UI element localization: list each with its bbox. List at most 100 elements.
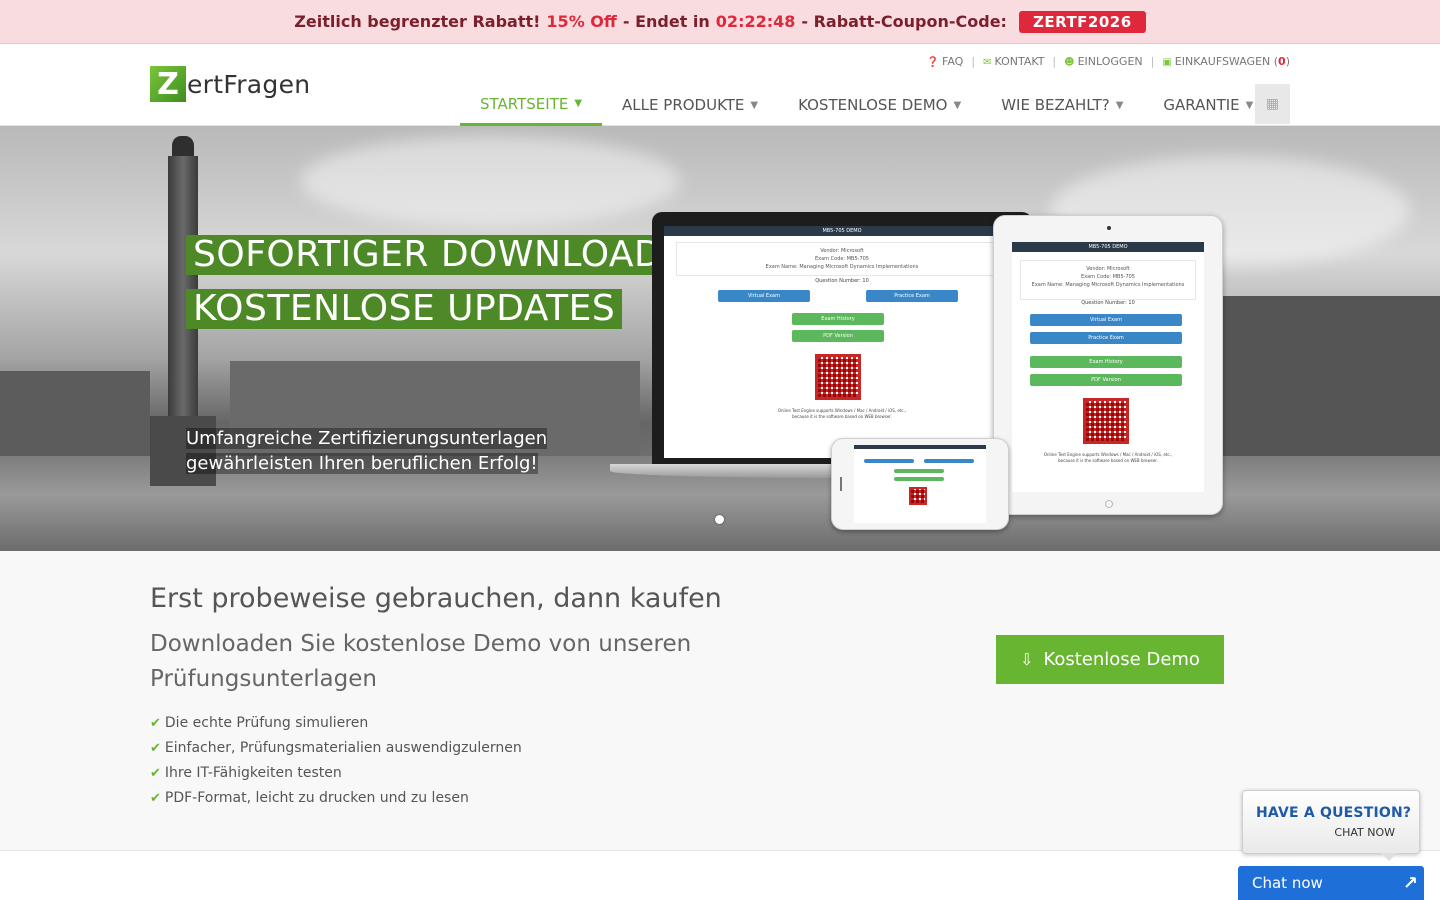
separator: | bbox=[971, 55, 976, 68]
virtual-exam-button: Virtual Exam bbox=[718, 290, 810, 302]
download-icon: ⇩ bbox=[1020, 650, 1034, 669]
hero-title-updates: KOSTENLOSE UPDATES bbox=[186, 289, 623, 329]
faq-link[interactable]: ❓ FAQ bbox=[927, 55, 964, 68]
speaker-decoration bbox=[840, 477, 844, 491]
faq-label: FAQ bbox=[942, 55, 964, 68]
login-link[interactable]: ☻ EINLOGGEN bbox=[1064, 55, 1142, 68]
check-icon: ✔ bbox=[150, 716, 161, 731]
chevron-down-icon: ▼ bbox=[1245, 99, 1254, 111]
virtual-exam-button: Virtual Exam bbox=[1030, 314, 1182, 326]
nav-label: ALLE PRODUKTE bbox=[622, 96, 745, 114]
logo-text: ertFragen bbox=[187, 69, 311, 99]
cart-icon: ▣ bbox=[1162, 57, 1172, 68]
laptop-screen: MB5-705 DEMO Vendor: Microsoft Exam Code… bbox=[664, 226, 1020, 458]
camera-decoration bbox=[1107, 226, 1111, 230]
separator: | bbox=[1150, 55, 1155, 68]
question-icon: ❓ bbox=[926, 57, 940, 68]
nav-item-wie-bezahlt[interactable]: WIE BEZAHLT? ▼ bbox=[981, 84, 1143, 126]
qr-code bbox=[815, 354, 861, 400]
hero-title-download: SOFORTIGER DOWNLOAD bbox=[186, 235, 670, 275]
demo-title-bar: MB5-705 DEMO bbox=[664, 226, 1020, 236]
top-links: ❓ FAQ | ✉ KONTAKT | ☻ EINLOGGEN | ▣ EINKAUFS… bbox=[927, 55, 1290, 68]
feature-list: ✔ Die echte Prüfung simulieren ✔ Einfacher… bbox=[150, 711, 522, 811]
separator: | bbox=[1052, 55, 1057, 68]
nav-label: KOSTENLOSE DEMO bbox=[798, 96, 948, 114]
exam-code-text: Exam Code: MB5-705 bbox=[815, 256, 869, 262]
hero-subtitle-text: Umfangreiche Zertifizierungsunterlagen g… bbox=[186, 428, 548, 474]
site-logo[interactable]: Z ertFragen bbox=[150, 66, 310, 102]
demo-title-bar: MB5-705 DEMO bbox=[1012, 242, 1204, 252]
check-icon: ✔ bbox=[150, 791, 161, 806]
pdf-version-button: PDF Version bbox=[1030, 374, 1182, 386]
nav-item-garantie[interactable]: GARANTIE ▼ bbox=[1143, 84, 1273, 126]
pdf-version-button: PDF Version bbox=[792, 330, 884, 342]
question-number-text: Question Number: 10 bbox=[1081, 300, 1135, 306]
speech-tail-decoration bbox=[1381, 853, 1397, 861]
expand-icon[interactable]: ↗ bbox=[1403, 873, 1418, 894]
chat-now-label: CHAT NOW bbox=[1334, 826, 1395, 839]
tablet-screen: MB5-705 DEMO Vendor: Microsoft Exam Code… bbox=[1012, 242, 1204, 492]
phone-pdf-button bbox=[894, 477, 944, 481]
list-item: ✔ Die echte Prüfung simulieren bbox=[150, 711, 522, 736]
list-item: ✔ Einfacher, Prüfungsmaterialien auswendi… bbox=[150, 736, 522, 761]
vendor-text: Vendor: Microsoft bbox=[820, 248, 864, 254]
promo-discount: 15% Off bbox=[546, 12, 617, 31]
grid-menu-button[interactable]: ▦ bbox=[1255, 84, 1290, 124]
free-demo-button[interactable]: ⇩ Kostenlose Demo bbox=[996, 635, 1224, 684]
feature-text: PDF-Format, leicht zu drucken und zu les… bbox=[164, 790, 469, 806]
building-decoration bbox=[0, 371, 150, 461]
cart-label: EINKAUFSWAGEN bbox=[1174, 55, 1271, 68]
tablet-mockup: MB5-705 DEMO Vendor: Microsoft Exam Code… bbox=[993, 215, 1223, 515]
contact-link[interactable]: ✉ KONTAKT bbox=[983, 55, 1044, 68]
check-icon: ✔ bbox=[150, 741, 161, 756]
user-icon: ☻ bbox=[1064, 57, 1075, 68]
qr-code bbox=[1083, 398, 1129, 444]
nav-label: GARANTIE bbox=[1163, 96, 1240, 114]
home-button-decoration bbox=[1105, 500, 1113, 508]
nav-item-alle-produkte[interactable]: ALLE PRODUKTE ▼ bbox=[602, 84, 778, 126]
practice-exam-button: Practice Exam bbox=[866, 290, 958, 302]
hero-subtitle: Umfangreiche Zertifizierungsunterlagen g… bbox=[186, 426, 566, 476]
phone-virtual-button bbox=[864, 459, 914, 463]
nav-label: STARTSEITE bbox=[480, 94, 569, 113]
free-demo-label: Kostenlose Demo bbox=[1043, 649, 1200, 670]
phone-title-bar bbox=[854, 445, 986, 449]
cart-link[interactable]: ▣ EINKAUFSWAGEN (0) bbox=[1162, 55, 1290, 68]
check-icon: ✔ bbox=[150, 766, 161, 781]
promo-text-2: - Endet in bbox=[622, 12, 710, 31]
exam-history-button: Exam History bbox=[1030, 356, 1182, 368]
promo-text-3: - Rabatt-Coupon-Code: bbox=[801, 12, 1007, 31]
phone-history-button bbox=[894, 469, 944, 473]
vendor-text: Vendor: Microsoft bbox=[1086, 266, 1130, 272]
qr-code bbox=[909, 487, 927, 505]
exam-name-text: Exam Name: Managing Microsoft Dynamics I… bbox=[1031, 282, 1185, 288]
question-title: HAVE A QUESTION? bbox=[1256, 805, 1412, 821]
site-header: Z ertFragen ❓ FAQ | ✉ KONTAKT | ☻ EINLOGGEN… bbox=[0, 44, 1440, 126]
login-label: EINLOGGEN bbox=[1077, 55, 1143, 68]
laptop-mockup: MB5-705 DEMO Vendor: Microsoft Exam Code… bbox=[652, 212, 1032, 468]
phone-screen bbox=[854, 445, 986, 523]
section-subheading: Downloaden Sie kostenlose Demo von unser… bbox=[150, 631, 692, 692]
chevron-down-icon: ▼ bbox=[750, 99, 759, 111]
hero-slider: SOFORTIGER DOWNLOAD KOSTENLOSE UPDATES U… bbox=[0, 126, 1440, 551]
have-a-question-widget[interactable]: HAVE A QUESTION? CHAT NOW bbox=[1242, 790, 1420, 861]
nav-item-kostenlose-demo[interactable]: KOSTENLOSE DEMO ▼ bbox=[778, 84, 981, 126]
cloud-decoration bbox=[300, 136, 680, 226]
slider-dot-active[interactable] bbox=[715, 515, 724, 524]
exam-history-button: Exam History bbox=[792, 313, 884, 325]
phone-practice-button bbox=[924, 459, 974, 463]
feature-text: Ihre IT-Fähigkeiten testen bbox=[164, 765, 342, 781]
logo-mark: Z bbox=[150, 66, 186, 102]
grid-icon: ▦ bbox=[1265, 96, 1280, 112]
chat-bar-label: Chat now bbox=[1252, 874, 1323, 892]
contact-label: KONTAKT bbox=[994, 55, 1045, 68]
promo-banner: Zeitlich begrenzter Rabatt! 15% Off - En… bbox=[0, 0, 1440, 44]
section-heading: Erst probeweise gebrauchen, dann kaufen bbox=[150, 583, 722, 614]
chat-now-bar[interactable]: Chat now ↗ bbox=[1238, 866, 1424, 900]
nav-item-startseite[interactable]: STARTSEITE ▼ bbox=[460, 84, 603, 126]
demo-section: Erst probeweise gebrauchen, dann kaufen … bbox=[0, 551, 1440, 851]
list-item: ✔ Ihre IT-Fähigkeiten testen bbox=[150, 761, 522, 786]
promo-text-1: Zeitlich begrenzter Rabatt! bbox=[294, 12, 541, 31]
chevron-down-icon: ▼ bbox=[1115, 99, 1124, 111]
promo-countdown: 02:22:48 bbox=[715, 12, 796, 31]
